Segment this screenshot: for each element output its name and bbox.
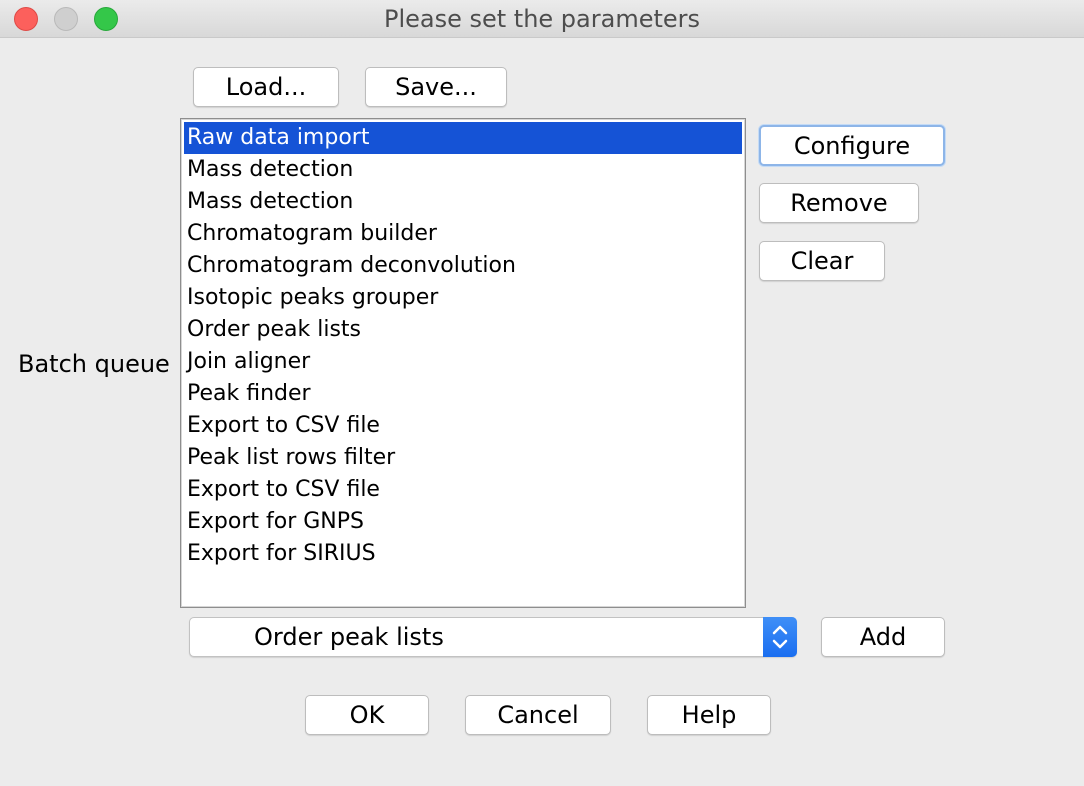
ok-button[interactable]: OK [305, 695, 429, 735]
batch-queue-item[interactable]: Peak finder [184, 378, 742, 410]
batch-queue-item[interactable]: Mass detection [184, 154, 742, 186]
module-select[interactable]: Order peak lists [189, 617, 797, 657]
help-button[interactable]: Help [647, 695, 771, 735]
batch-queue-item[interactable]: Raw data import [184, 122, 742, 154]
batch-queue-item[interactable]: Export to CSV file [184, 410, 742, 442]
batch-queue-item[interactable]: Export to CSV file [184, 474, 742, 506]
module-select-value: Order peak lists [254, 623, 444, 651]
batch-queue-item[interactable]: Isotopic peaks grouper [184, 282, 742, 314]
add-button[interactable]: Add [821, 617, 945, 657]
batch-queue-list[interactable]: Raw data import Mass detection Mass detect… [180, 118, 746, 608]
batch-queue-item[interactable]: Join aligner [184, 346, 742, 378]
title-bar: Please set the parameters [0, 0, 1084, 38]
batch-queue-label: Batch queue [18, 350, 170, 378]
batch-queue-item[interactable]: Order peak lists [184, 314, 742, 346]
save-button[interactable]: Save... [365, 67, 507, 107]
chevron-up-down-icon[interactable] [763, 617, 797, 657]
configure-button[interactable]: Configure [759, 125, 945, 166]
batch-queue-item[interactable]: Mass detection [184, 186, 742, 218]
batch-queue-item[interactable]: Export for GNPS [184, 506, 742, 538]
batch-queue-item[interactable]: Chromatogram deconvolution [184, 250, 742, 282]
cancel-button[interactable]: Cancel [465, 695, 611, 735]
load-button[interactable]: Load... [193, 67, 339, 107]
remove-button[interactable]: Remove [759, 183, 919, 223]
window-title: Please set the parameters [383, 5, 701, 33]
batch-queue-item[interactable]: Peak list rows filter [184, 442, 742, 474]
batch-queue-item[interactable]: Export for SIRIUS [184, 538, 742, 570]
clear-button[interactable]: Clear [759, 241, 885, 281]
batch-queue-item[interactable]: Chromatogram builder [184, 218, 742, 250]
